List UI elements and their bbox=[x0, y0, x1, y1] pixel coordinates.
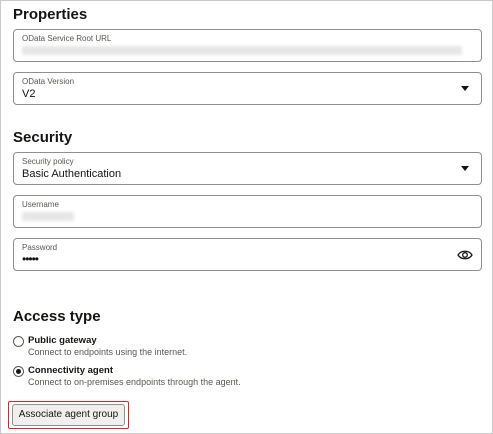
chevron-down-icon[interactable] bbox=[461, 166, 469, 171]
username-label: Username bbox=[22, 200, 59, 209]
eye-icon[interactable] bbox=[457, 248, 473, 262]
security-heading: Security bbox=[13, 129, 73, 146]
password-field[interactable]: Password ••••• bbox=[13, 238, 482, 271]
service-root-url-label: OData Service Root URL bbox=[22, 34, 112, 43]
service-root-url-field[interactable]: OData Service Root URL bbox=[13, 29, 482, 62]
form-panel: Properties OData Service Root URL OData … bbox=[0, 0, 493, 434]
odata-version-select[interactable]: OData Version V2 bbox=[13, 72, 482, 105]
radio-description: Connect to endpoints using the internet. bbox=[28, 347, 188, 357]
security-policy-value: Basic Authentication bbox=[22, 168, 122, 180]
security-policy-label: Security policy bbox=[22, 157, 74, 166]
odata-version-value: V2 bbox=[22, 88, 36, 100]
properties-heading: Properties bbox=[13, 6, 88, 23]
radio-button[interactable] bbox=[13, 336, 24, 347]
radio-title: Connectivity agent bbox=[28, 365, 113, 376]
security-policy-select[interactable]: Security policy Basic Authentication bbox=[13, 152, 482, 185]
chevron-down-icon[interactable] bbox=[461, 86, 469, 91]
radio-button-checked[interactable] bbox=[13, 366, 24, 377]
access-type-heading: Access type bbox=[13, 308, 101, 325]
password-label: Password bbox=[22, 243, 58, 252]
associate-agent-group-button[interactable]: Associate agent group bbox=[12, 404, 125, 426]
username-field[interactable]: Username bbox=[13, 195, 482, 228]
radio-title: Public gateway bbox=[28, 335, 97, 346]
password-value: ••••• bbox=[22, 252, 39, 266]
redacted-url-value bbox=[22, 46, 462, 55]
odata-version-label: OData Version bbox=[22, 77, 75, 86]
radio-description: Connect to on-premises endpoints through… bbox=[28, 377, 241, 387]
redacted-username-value bbox=[22, 212, 74, 221]
